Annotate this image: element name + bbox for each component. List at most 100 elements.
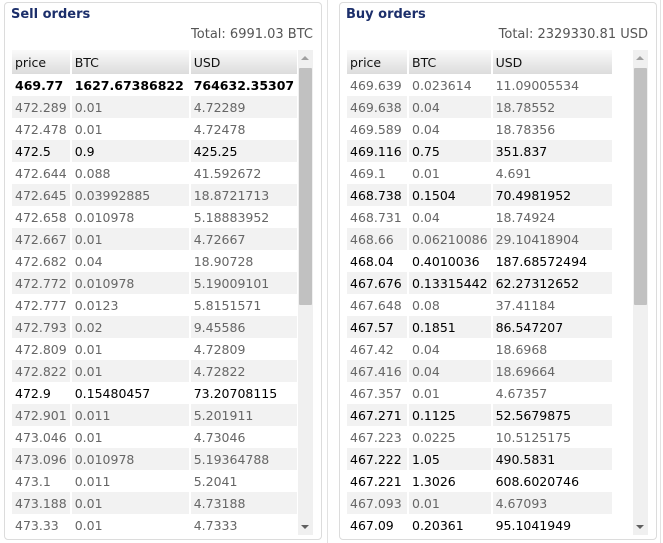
cell-usd: 41.592672 bbox=[193, 165, 262, 181]
order-row[interactable]: 467.648 0.08 37.41184 bbox=[347, 294, 612, 316]
order-row[interactable]: 472.289 0.01 4.72289 bbox=[12, 96, 298, 118]
order-row[interactable]: 467.42 0.04 18.6968 bbox=[347, 338, 612, 360]
cell-usd: 5.201911 bbox=[190, 404, 298, 426]
cell-usd: 62.27312652 bbox=[492, 272, 612, 294]
order-row[interactable]: 469.589 0.04 18.78356 bbox=[347, 118, 612, 140]
cell-btc: 0.04 bbox=[409, 96, 491, 118]
scroll-down-icon[interactable] bbox=[636, 525, 644, 529]
cell-btc: 0.15480457 bbox=[74, 385, 151, 401]
order-row[interactable]: 469.116 0.75 351.837 bbox=[347, 140, 612, 162]
cell-price: 472.667 bbox=[12, 228, 70, 250]
cell-btc: 0.9 bbox=[71, 140, 189, 162]
order-row[interactable]: 468.738 0.1504 70.4981952 bbox=[347, 184, 612, 206]
order-row[interactable]: 473.33 0.01 4.7333 bbox=[12, 514, 297, 535]
cell-price: 472.645 bbox=[12, 184, 70, 206]
cell-price: 469.639 bbox=[350, 77, 402, 93]
order-row[interactable]: 473.188 0.01 4.73188 bbox=[12, 492, 298, 514]
order-row[interactable]: 467.57 0.1851 86.547207 bbox=[347, 316, 612, 338]
order-row[interactable]: 472.793 0.02 9.45586 bbox=[12, 316, 298, 338]
order-row[interactable]: 472.667 0.01 4.72667 bbox=[12, 228, 298, 250]
column-header-btc[interactable]: BTC bbox=[71, 50, 189, 74]
cell-usd: 11.09005534 bbox=[495, 77, 580, 93]
cell-price: 467.42 bbox=[350, 341, 394, 357]
order-row[interactable]: 472.658 0.010978 5.18883952 bbox=[12, 206, 297, 228]
cell-btc: 0.04 bbox=[412, 209, 440, 225]
order-row[interactable]: 472.822 0.01 4.72822 bbox=[12, 360, 298, 382]
order-row[interactable]: 469.639 0.023614 11.09005534 bbox=[347, 74, 612, 96]
scrollbar-thumb[interactable] bbox=[299, 68, 312, 305]
cell-price: 472.9 bbox=[15, 385, 51, 401]
scrollbar[interactable] bbox=[298, 50, 313, 535]
total-label: Total: 2329330.81 USD bbox=[498, 27, 648, 42]
column-header-btc[interactable]: BTC bbox=[409, 50, 491, 74]
cell-price: 469.77 bbox=[15, 77, 64, 93]
order-row[interactable]: 467.223 0.0225 10.5125175 bbox=[347, 426, 612, 448]
cell-price: 467.223 bbox=[350, 429, 402, 445]
column-header-price[interactable]: price bbox=[12, 50, 70, 74]
cell-btc: 0.01 bbox=[74, 429, 103, 445]
order-row[interactable]: 467.271 0.1125 52.5679875 bbox=[347, 404, 612, 426]
cell-btc: 0.010978 bbox=[74, 209, 135, 225]
order-row[interactable]: 468.04 0.4010036 187.68572494 bbox=[347, 250, 612, 272]
order-row[interactable]: 473.1 0.011 5.2041 bbox=[12, 470, 297, 492]
order-row[interactable]: 472.645 0.03992885 18.8721713 bbox=[12, 184, 298, 206]
order-row[interactable]: 469.638 0.04 18.78552 bbox=[347, 96, 612, 118]
order-row[interactable]: 468.66 0.06210086 29.10418904 bbox=[347, 228, 612, 250]
cell-usd: 18.78356 bbox=[495, 121, 556, 137]
cell-usd: 5.19364788 bbox=[190, 448, 298, 470]
cell-price: 472.5 bbox=[12, 140, 70, 162]
order-row[interactable]: 472.5 0.9 425.25 bbox=[12, 140, 298, 162]
cell-usd: 52.5679875 bbox=[492, 404, 612, 426]
order-row[interactable]: 467.222 1.05 490.5831 bbox=[347, 448, 612, 470]
cell-usd: 4.72667 bbox=[190, 228, 298, 250]
order-row[interactable]: 472.682 0.04 18.90728 bbox=[12, 250, 297, 272]
cell-price: 469.1 bbox=[350, 165, 386, 181]
order-row[interactable]: 472.901 0.011 5.201911 bbox=[12, 404, 298, 426]
cell-btc: 0.01 bbox=[71, 96, 189, 118]
column-header-price[interactable]: price bbox=[347, 50, 407, 74]
order-row[interactable]: 467.357 0.01 4.67357 bbox=[347, 382, 612, 404]
cell-btc: 0.04 bbox=[74, 253, 103, 269]
cell-price: 472.809 bbox=[15, 341, 67, 357]
order-row[interactable]: 472.809 0.01 4.72809 bbox=[12, 338, 297, 360]
cell-usd: 9.45586 bbox=[190, 316, 298, 338]
order-row[interactable]: 472.9 0.15480457 73.20708115 bbox=[12, 382, 297, 404]
order-row[interactable]: 472.772 0.010978 5.19009101 bbox=[12, 272, 298, 294]
order-row[interactable]: 469.77 1627.67386822 764632.35307 bbox=[12, 74, 297, 96]
order-row[interactable]: 472.777 0.0123 5.8151571 bbox=[12, 294, 297, 316]
cell-price: 472.644 bbox=[15, 165, 67, 181]
scrollbar[interactable] bbox=[633, 50, 648, 535]
column-header-usd[interactable]: USD bbox=[492, 50, 612, 74]
divider bbox=[327, 0, 328, 543]
order-row[interactable]: 472.644 0.088 41.592672 bbox=[12, 162, 297, 184]
cell-price: 472.822 bbox=[12, 360, 70, 382]
order-row[interactable]: 469.1 0.01 4.691 bbox=[347, 162, 612, 184]
panel-title: Buy orders bbox=[346, 7, 426, 22]
cell-price: 467.271 bbox=[347, 404, 407, 426]
order-row[interactable]: 467.221 1.3026 608.6020746 bbox=[347, 470, 612, 492]
cell-price: 473.188 bbox=[12, 492, 70, 514]
column-header-usd[interactable]: USD bbox=[190, 50, 298, 74]
cell-btc: 0.010978 bbox=[71, 272, 189, 294]
cell-usd: 4.72478 bbox=[193, 121, 246, 137]
cell-btc: 0.01 bbox=[71, 492, 189, 514]
cell-btc: 0.023614 bbox=[412, 77, 472, 93]
scrollbar-thumb[interactable] bbox=[634, 68, 647, 305]
order-row[interactable]: 472.478 0.01 4.72478 bbox=[12, 118, 297, 140]
scroll-down-icon[interactable] bbox=[301, 525, 309, 529]
cell-price: 473.1 bbox=[15, 473, 51, 489]
cell-price: 469.638 bbox=[347, 96, 407, 118]
order-row[interactable]: 473.096 0.010978 5.19364788 bbox=[12, 448, 298, 470]
order-row[interactable]: 467.676 0.13315442 62.27312652 bbox=[347, 272, 612, 294]
order-row[interactable]: 467.093 0.01 4.67093 bbox=[347, 492, 612, 514]
cell-btc: 0.1851 bbox=[409, 316, 491, 338]
cell-usd: 5.8151571 bbox=[193, 297, 262, 313]
scroll-up-icon[interactable] bbox=[301, 56, 309, 60]
cell-btc: 0.06210086 bbox=[409, 228, 491, 250]
order-row[interactable]: 473.046 0.01 4.73046 bbox=[12, 426, 297, 448]
cell-price: 472.901 bbox=[12, 404, 70, 426]
order-row[interactable]: 467.09 0.20361 95.1041949 bbox=[347, 514, 612, 535]
order-row[interactable]: 468.731 0.04 18.74924 bbox=[347, 206, 612, 228]
order-row[interactable]: 467.416 0.04 18.69664 bbox=[347, 360, 612, 382]
scroll-up-icon[interactable] bbox=[636, 56, 644, 60]
